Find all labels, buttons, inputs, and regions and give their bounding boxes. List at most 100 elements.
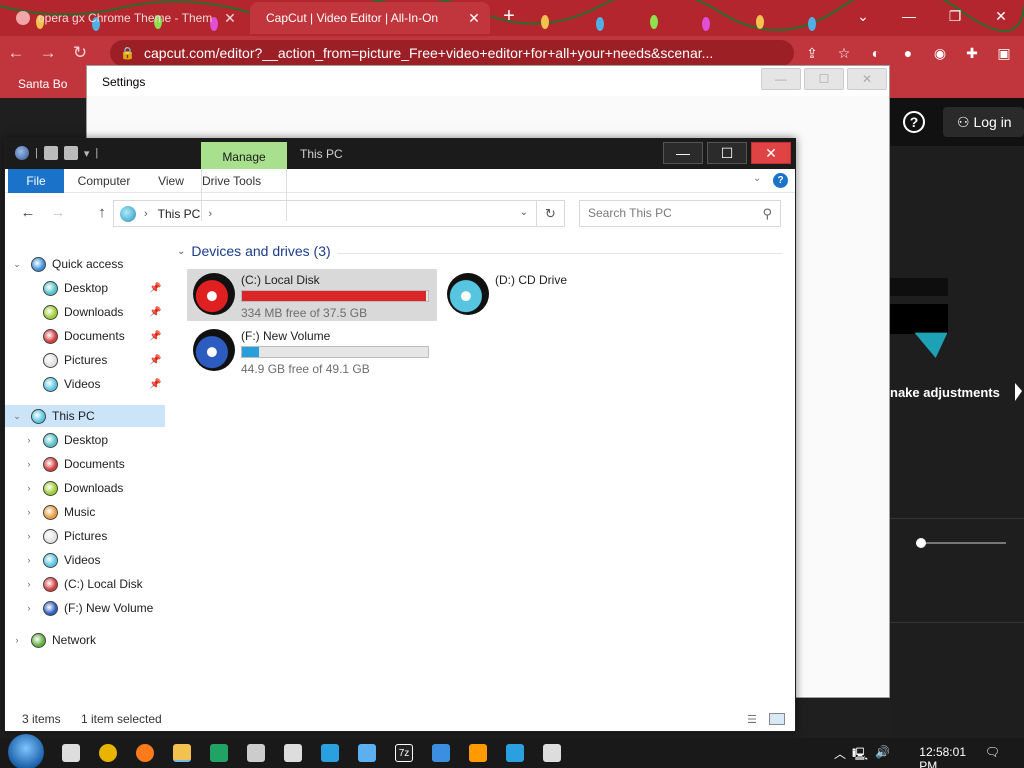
login-button[interactable]: ⚇ Log in bbox=[943, 107, 1024, 137]
gear-icon[interactable] bbox=[543, 744, 561, 762]
nav-item[interactable]: › Pictures bbox=[5, 525, 165, 547]
close-icon[interactable]: ✕ bbox=[466, 10, 482, 27]
tab-opera-theme[interactable]: opera gx Chrome Theme - Them ✕ bbox=[8, 2, 246, 34]
7zip-icon[interactable]: 7z bbox=[395, 744, 413, 762]
tab-manage[interactable]: Manage bbox=[201, 142, 287, 169]
chevron-down-icon[interactable]: ⌄ bbox=[177, 246, 185, 257]
clock[interactable]: 12:58:01 PM bbox=[919, 745, 966, 768]
breadcrumb-this-pc[interactable]: This PC bbox=[158, 207, 201, 221]
chevron-right-icon[interactable]: › bbox=[208, 208, 212, 220]
chevron-down-icon[interactable]: ⌄ bbox=[520, 207, 528, 218]
pin-icon[interactable]: 📌 bbox=[149, 307, 161, 318]
nav-item[interactable]: › Documents bbox=[5, 453, 165, 475]
chevron-right-icon[interactable]: › bbox=[23, 555, 35, 565]
chevron-down-icon[interactable]: ⌄ bbox=[11, 259, 23, 270]
close-button[interactable]: ✕ bbox=[751, 142, 791, 164]
printer-icon[interactable] bbox=[247, 744, 265, 762]
chevron-right-icon[interactable]: › bbox=[23, 579, 35, 589]
chevron-right-icon[interactable]: › bbox=[11, 635, 23, 645]
properties-icon[interactable] bbox=[43, 146, 58, 160]
expand-ribbon-icon[interactable]: ⌄ bbox=[753, 173, 761, 184]
forward-arrow-icon[interactable]: → bbox=[47, 204, 69, 221]
slider-knob[interactable] bbox=[915, 538, 926, 548]
puzzle-icon[interactable]: ✚ bbox=[956, 45, 988, 62]
chevron-right-icon[interactable]: › bbox=[23, 507, 35, 517]
nav-item[interactable]: › Videos bbox=[5, 549, 165, 571]
app-window-icon[interactable] bbox=[284, 744, 302, 762]
nav-item[interactable]: › Desktop bbox=[5, 429, 165, 451]
nav-item[interactable]: Videos 📌 bbox=[5, 373, 165, 395]
nav-item[interactable]: Documents 📌 bbox=[5, 325, 165, 347]
drive-item[interactable]: (C:) Local Disk 334 MB free of 37.5 GB bbox=[187, 269, 437, 321]
firefox-icon[interactable] bbox=[136, 744, 154, 762]
network-icon[interactable]: 🖳 bbox=[852, 745, 868, 766]
new-folder-icon[interactable] bbox=[63, 146, 78, 160]
close-button[interactable]: ✕ bbox=[847, 68, 887, 90]
new-tab-button[interactable]: + bbox=[498, 6, 520, 28]
pin-icon[interactable]: 📌 bbox=[149, 379, 161, 390]
nav-item[interactable]: Desktop 📌 bbox=[5, 277, 165, 299]
back-button[interactable]: ← bbox=[0, 39, 32, 67]
tab-view[interactable]: View bbox=[145, 169, 197, 193]
chevron-right-icon[interactable]: › bbox=[144, 208, 148, 220]
pin-icon[interactable]: 📌 bbox=[149, 331, 161, 342]
profile-icon[interactable]: ☺ bbox=[1020, 45, 1024, 61]
back-arrow-icon[interactable]: ← bbox=[17, 204, 39, 221]
help-icon[interactable]: ? bbox=[903, 111, 925, 133]
chevron-right-icon[interactable]: › bbox=[23, 483, 35, 493]
drive-item[interactable]: (F:) New Volume 44.9 GB free of 49.1 GB bbox=[187, 325, 437, 377]
nav-item[interactable]: › (C:) Local Disk bbox=[5, 573, 165, 595]
nav-item[interactable]: › Downloads bbox=[5, 477, 165, 499]
minimize-button[interactable]: — bbox=[663, 142, 703, 164]
maximize-button[interactable]: ☐ bbox=[707, 142, 747, 164]
address-bar[interactable]: 🔒 capcut.com/editor?__action_from=pictur… bbox=[110, 40, 794, 66]
details-view-icon[interactable]: ☰ bbox=[747, 713, 763, 726]
photo-app-icon[interactable] bbox=[321, 744, 339, 762]
minimize-button[interactable]: — bbox=[886, 0, 932, 32]
flag-extension-icon[interactable]: ◐ bbox=[860, 45, 892, 61]
chevron-down-icon[interactable]: ⌄ bbox=[11, 411, 23, 422]
nav-item[interactable]: ⌄ Quick access bbox=[5, 253, 165, 275]
chevron-down-icon[interactable]: ⌄ bbox=[840, 0, 886, 32]
tab-file[interactable]: File bbox=[8, 169, 64, 193]
drive-item[interactable]: (D:) CD Drive bbox=[441, 269, 691, 321]
avatar-extension-icon[interactable]: ◉ bbox=[924, 45, 956, 62]
help-icon[interactable]: ? bbox=[773, 173, 788, 188]
nav-item[interactable]: ⌄ This PC bbox=[5, 405, 165, 427]
chrome-icon[interactable] bbox=[99, 744, 117, 762]
nav-item[interactable]: › (F:) New Volume bbox=[5, 597, 165, 619]
nav-item[interactable]: Downloads 📌 bbox=[5, 301, 165, 323]
forward-button[interactable]: → bbox=[32, 39, 64, 67]
reload-button[interactable]: ↻ bbox=[64, 39, 96, 67]
up-arrow-icon[interactable]: ↑ bbox=[91, 204, 113, 221]
address-bar[interactable]: › This PC › ⌄ bbox=[113, 200, 537, 227]
start-button[interactable] bbox=[8, 734, 44, 768]
settings-app-icon[interactable] bbox=[358, 744, 376, 762]
refresh-icon[interactable]: ↻ bbox=[537, 200, 565, 227]
file-explorer-icon[interactable] bbox=[173, 744, 191, 762]
pin-icon[interactable]: 📌 bbox=[149, 283, 161, 294]
pin-icon[interactable]: 📌 bbox=[149, 355, 161, 366]
media-icon[interactable] bbox=[432, 744, 450, 762]
share-icon[interactable]: ⇪ bbox=[796, 45, 828, 62]
tab-capcut[interactable]: ✂ CapCut | Video Editor | All-In-On ✕ bbox=[250, 2, 490, 34]
search-input[interactable]: Search This PC ⚲ bbox=[579, 200, 781, 227]
excel-icon[interactable] bbox=[210, 744, 228, 762]
nav-item[interactable]: Pictures 📌 bbox=[5, 349, 165, 371]
chevron-up-icon[interactable]: ︿ bbox=[834, 745, 846, 762]
maximize-button[interactable]: ☐ bbox=[804, 68, 844, 90]
s-extension-icon[interactable]: ● bbox=[892, 45, 924, 61]
chevron-right-icon[interactable]: › bbox=[23, 459, 35, 469]
group-header[interactable]: ⌄ Devices and drives (3) bbox=[177, 243, 331, 259]
volume-icon[interactable]: 🔊 bbox=[875, 745, 890, 759]
side-panel-icon[interactable]: ▣ bbox=[988, 45, 1020, 62]
notifications-icon[interactable]: 🗨 bbox=[985, 745, 1000, 759]
search-app-icon[interactable] bbox=[469, 744, 487, 762]
nav-item[interactable]: › Music bbox=[5, 501, 165, 523]
task-view-icon[interactable] bbox=[62, 744, 80, 762]
large-icons-view-icon[interactable] bbox=[769, 713, 785, 725]
tab-computer[interactable]: Computer bbox=[67, 169, 141, 193]
restore-button[interactable]: ❐ bbox=[932, 0, 978, 32]
bookmark-star-icon[interactable]: ☆ bbox=[828, 45, 860, 62]
close-icon[interactable]: ✕ bbox=[222, 10, 238, 27]
